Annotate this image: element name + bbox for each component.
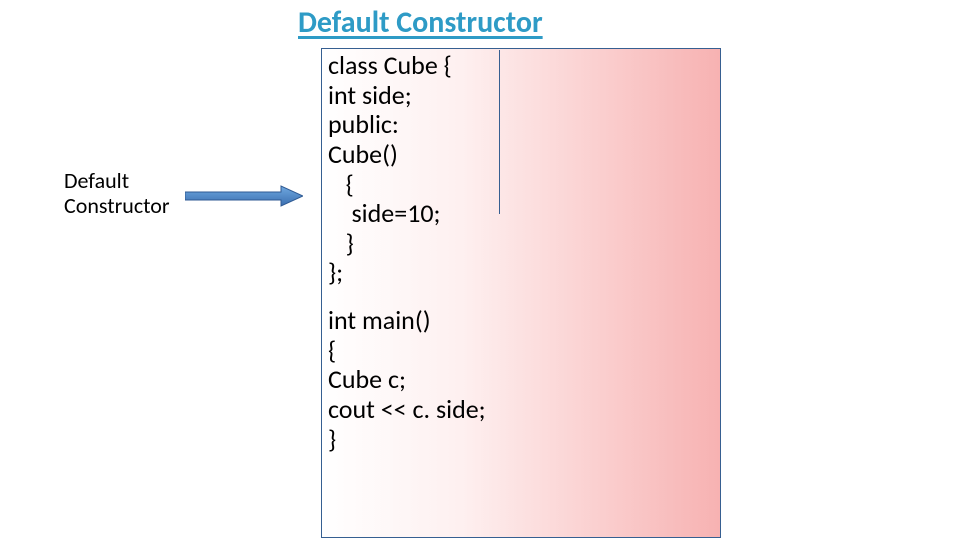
divider-line	[499, 50, 500, 214]
code-line: side=10;	[328, 199, 714, 229]
code-line: Cube()	[328, 140, 714, 170]
code-line: {	[328, 336, 714, 366]
label-line-1: Default	[64, 167, 129, 194]
code-line: public:	[328, 110, 714, 140]
code-line: int side;	[328, 81, 714, 111]
code-line: class Cube {	[328, 51, 714, 81]
code-line: int main()	[328, 306, 714, 336]
arrow-right-icon	[185, 184, 303, 208]
code-box: class Cube { int side; public: Cube() { …	[321, 48, 721, 538]
default-constructor-label: Default Constructor	[64, 168, 170, 219]
code-line: Cube c;	[328, 365, 714, 395]
label-line-2: Constructor	[64, 192, 170, 219]
code-line: }	[328, 229, 714, 259]
slide-title: Default Constructor	[298, 4, 543, 41]
code-line: };	[328, 258, 714, 288]
code-line: }	[328, 425, 714, 455]
code-line: {	[328, 170, 714, 200]
code-line: cout << c. side;	[328, 395, 714, 425]
